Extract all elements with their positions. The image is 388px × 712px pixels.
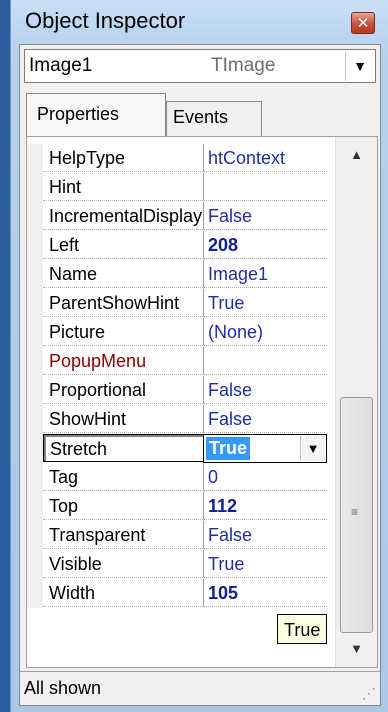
grip-icon: ≡ (351, 505, 359, 519)
property-name[interactable]: Proportional (43, 376, 203, 404)
property-row[interactable]: Stretch True ▼ (27, 434, 327, 463)
property-name[interactable]: Hint (43, 173, 203, 201)
tab-events[interactable]: Events (166, 101, 262, 137)
property-row[interactable]: Name Image1 (27, 260, 327, 289)
scroll-down-arrow-icon[interactable]: ▼ (336, 631, 377, 667)
property-row[interactable]: ParentShowHint True (27, 289, 327, 318)
close-button[interactable]: ✕ (351, 12, 375, 34)
chevron-down-icon[interactable]: ▼ (300, 436, 325, 461)
object-type: TImage (211, 55, 276, 76)
row-gutter (27, 376, 43, 405)
row-gutter (27, 521, 43, 550)
property-name[interactable]: PopupMenu (43, 347, 203, 375)
property-name[interactable]: ParentShowHint (43, 289, 203, 317)
row-gutter (27, 173, 43, 202)
resize-grip-icon[interactable]: ⋰ (362, 685, 376, 702)
property-row[interactable]: Top 112 (27, 492, 327, 521)
property-value[interactable]: 105 (203, 579, 327, 607)
object-name: Image1 (29, 55, 93, 76)
property-value[interactable]: False (203, 405, 327, 433)
property-name[interactable]: Name (43, 260, 203, 288)
row-gutter (27, 579, 43, 608)
row-gutter (27, 260, 43, 289)
property-row[interactable]: HelpType htContext (27, 144, 327, 173)
row-gutter (27, 144, 43, 173)
property-grid: HelpType htContext Hint IncrementalDisplay F… (26, 136, 378, 668)
property-value[interactable]: 112 (203, 492, 327, 520)
property-value[interactable]: True (203, 550, 327, 578)
property-row[interactable]: Picture (None) (27, 318, 327, 347)
property-name[interactable]: Visible (43, 550, 203, 578)
status-bar: All shown ⋰ (20, 671, 380, 705)
property-value[interactable]: htContext (203, 144, 327, 172)
property-value[interactable]: 0 (203, 463, 327, 491)
property-row[interactable]: Visible True (27, 550, 327, 579)
value-tooltip: True (277, 614, 328, 644)
status-text: All shown (24, 678, 102, 698)
chevron-down-icon[interactable]: ▼ (345, 51, 374, 81)
row-gutter (27, 289, 43, 318)
inspector-client: Image1 TImage ▼ Properties Events HelpTy… (19, 44, 381, 706)
scroll-up-arrow-icon[interactable]: ▲ (336, 137, 377, 173)
row-gutter (27, 347, 43, 376)
property-row[interactable]: PopupMenu (27, 347, 327, 376)
property-name[interactable]: Tag (43, 463, 203, 491)
row-gutter (27, 463, 43, 492)
property-value[interactable] (203, 173, 327, 201)
property-row[interactable]: IncrementalDisplay False (27, 202, 327, 231)
property-name[interactable]: Top (43, 492, 203, 520)
property-row[interactable]: Tag 0 (27, 463, 327, 492)
row-gutter (27, 202, 43, 231)
property-row[interactable]: Hint (27, 173, 327, 202)
window-frame: Object Inspector ✕ Image1 TImage ▼ Prope… (10, 0, 388, 712)
property-row[interactable]: Transparent False (27, 521, 327, 550)
scroll-thumb[interactable]: ≡ (340, 397, 373, 633)
property-value[interactable]: False (203, 376, 327, 404)
property-value[interactable]: False (203, 202, 327, 230)
property-name[interactable]: Width (43, 579, 203, 607)
row-gutter (27, 318, 43, 347)
property-name[interactable]: Transparent (43, 521, 203, 549)
row-gutter (27, 405, 43, 434)
property-name[interactable]: IncrementalDisplay (43, 202, 203, 230)
row-gutter (27, 550, 43, 579)
property-name[interactable]: Left (43, 231, 203, 259)
property-row[interactable]: ShowHint False (27, 405, 327, 434)
property-value[interactable] (203, 347, 327, 375)
property-value[interactable]: (None) (203, 318, 327, 346)
property-row[interactable]: Left 208 (27, 231, 327, 260)
property-value[interactable]: False (203, 521, 327, 549)
property-value[interactable]: 208 (203, 231, 327, 259)
property-value-editor[interactable]: True ▼ (203, 434, 327, 463)
property-row[interactable]: Proportional False (27, 376, 327, 405)
tab-properties[interactable]: Properties (26, 93, 166, 137)
object-inspector-window: Object Inspector ✕ Image1 TImage ▼ Prope… (0, 0, 388, 712)
object-selector[interactable]: Image1 TImage ▼ (24, 49, 376, 83)
row-gutter (27, 492, 43, 521)
vertical-scrollbar[interactable]: ▲ ≡ ▼ (335, 137, 377, 667)
property-name[interactable]: HelpType (43, 144, 203, 172)
row-gutter (27, 231, 43, 260)
property-name[interactable]: ShowHint (43, 405, 203, 433)
property-name[interactable]: Stretch (43, 434, 203, 462)
property-name[interactable]: Picture (43, 318, 203, 346)
property-row[interactable]: Width 105 (27, 579, 327, 608)
window-edge (0, 0, 10, 712)
editor-text[interactable]: True (206, 437, 251, 460)
row-gutter (27, 434, 43, 463)
window-title: Object Inspector (25, 8, 186, 33)
property-value[interactable]: Image1 (203, 260, 327, 288)
property-value[interactable]: True (203, 289, 327, 317)
